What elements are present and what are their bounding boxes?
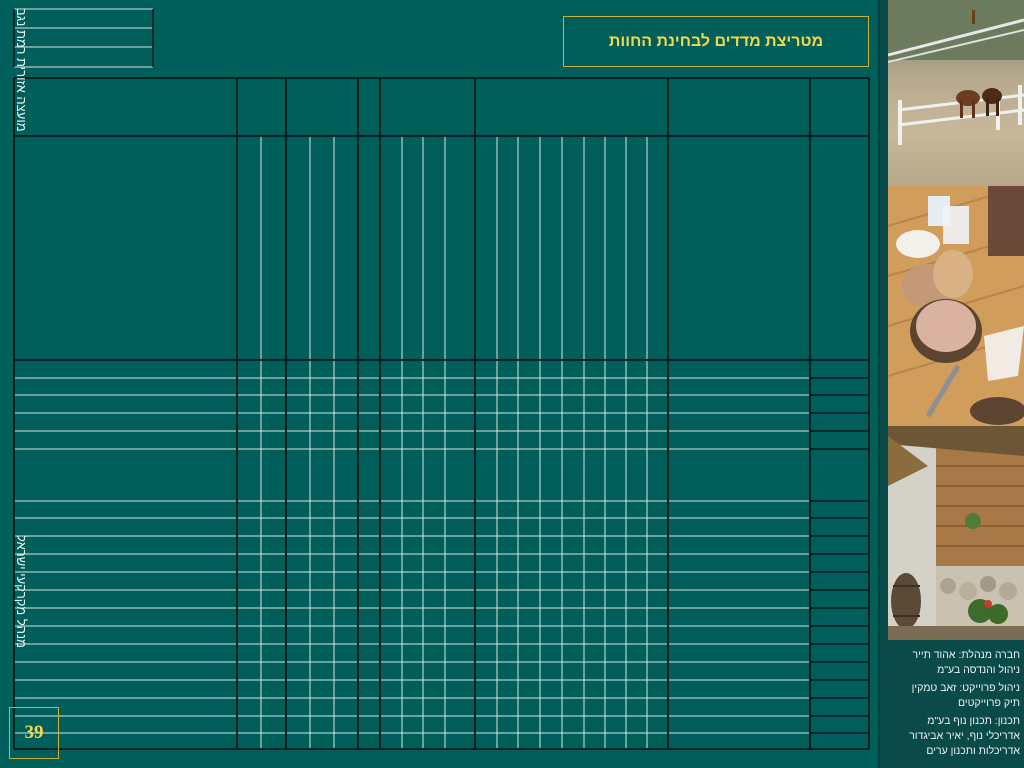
terrace-photo (888, 426, 1024, 640)
credits-block: חברה מנהלת: אהוד תייר ניהול והנדסה בע"מ נ… (888, 648, 1020, 762)
management-company-line: חברה מנהלת: אהוד תייר (912, 649, 1021, 661)
metrics-matrix-table (13, 8, 870, 750)
page-number: 39 (9, 707, 59, 759)
project-management-line: ניהול פרוייקט: זאב טמקין (911, 682, 1020, 694)
management-company-line-2: ניהול והנדסה בע"מ (937, 664, 1020, 676)
slide-title: מטריצת מדדים לבחינת החוות (608, 32, 824, 50)
land-authority-vertical-label: מנהל מקרקעי ישראל (14, 535, 29, 648)
slide: מטריצת מדדים לבחינת החוות מועצה אזורית ר… (0, 0, 1024, 768)
project-management-line-2: תיק פרוייקטים (958, 697, 1020, 709)
cheese-photo (888, 186, 1024, 426)
title-frame: מטריצת מדדים לבחינת החוות (563, 16, 869, 67)
planning-line-2: אדריכלי נוף, יאיר אביגדור (909, 730, 1020, 742)
planning-line-3: אדריכלות ותכנון ערים (926, 745, 1020, 757)
planning-line: תכנון: תכנון נוף בע"מ (927, 715, 1020, 727)
council-vertical-label: מועצה אזורית רמת נגב (14, 8, 29, 132)
horses-photo (888, 0, 1024, 186)
